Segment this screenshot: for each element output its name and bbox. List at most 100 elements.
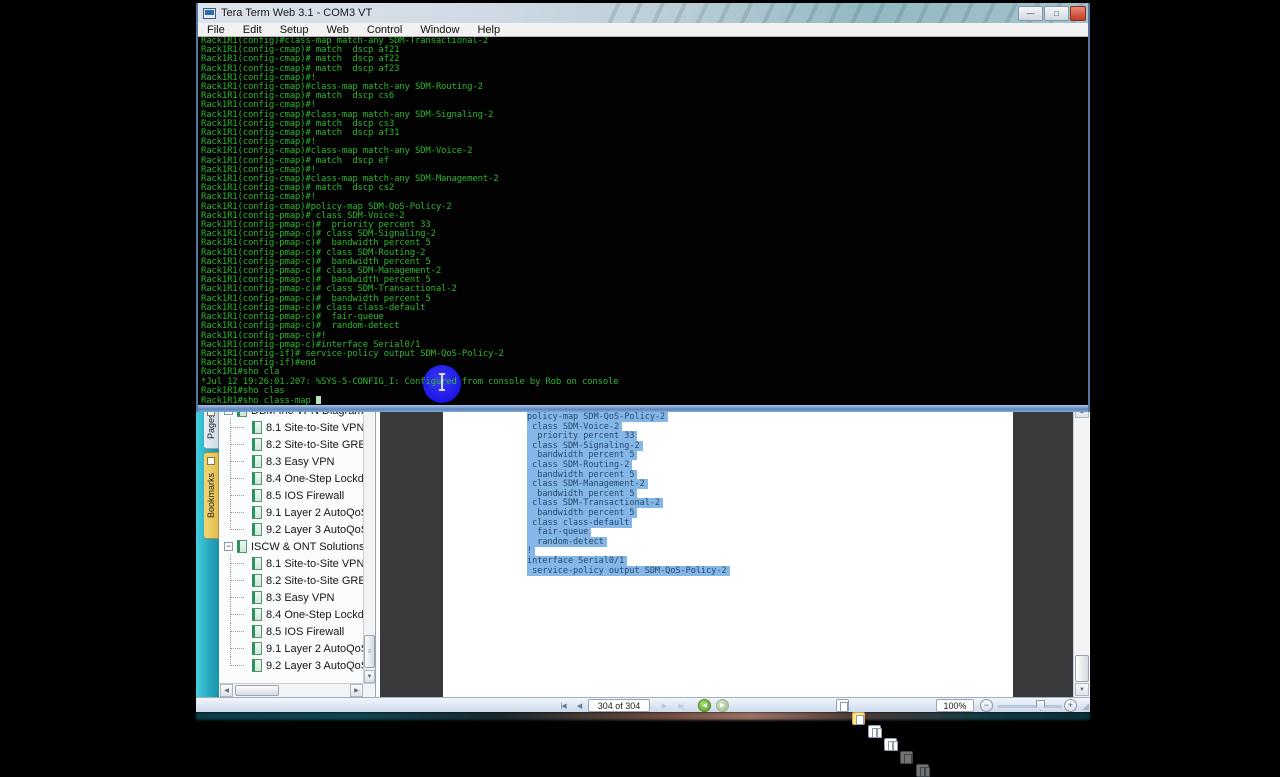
bookmark-item-label: 8.1 Site-to-Site VPN bbox=[266, 557, 363, 570]
tab-bookmarks[interactable]: Bookmarks bbox=[204, 452, 219, 539]
desktop-wallpaper-strip bbox=[196, 712, 1090, 720]
menu-help[interactable]: Help bbox=[468, 24, 509, 36]
scroll-left-button[interactable]: ◀ bbox=[220, 684, 233, 697]
last-page-icon: ▶| bbox=[678, 702, 684, 710]
bookmark-item[interactable]: 9.2 Layer 3 AutoQoS bbox=[219, 657, 363, 674]
full-screen-view-button[interactable] bbox=[900, 751, 913, 764]
scrollbar-thumb[interactable]: ≡ bbox=[364, 635, 375, 668]
two-up-view-button[interactable] bbox=[868, 725, 882, 738]
zoom-in-button[interactable]: + bbox=[1064, 699, 1077, 712]
scrollbar-thumb[interactable] bbox=[1075, 655, 1089, 682]
menu-setup[interactable]: Setup bbox=[271, 24, 318, 36]
bookmark-item[interactable]: 8.3 Easy VPN bbox=[219, 589, 363, 606]
window-resize-grip[interactable]: ◢ bbox=[1082, 701, 1089, 712]
page-number-field[interactable]: 304 of 304 bbox=[588, 699, 650, 712]
bookmark-item[interactable]: 8.4 One-Step Lockdown bbox=[219, 470, 363, 487]
bookmark-item[interactable]: 8.5 IOS Firewall bbox=[219, 623, 363, 640]
pdf-viewer-window: Pages Bookmarks −DBM Inc VPN Diagram8.1 … bbox=[196, 404, 1090, 777]
bookmark-item[interactable]: 9.1 Layer 2 AutoQoS bbox=[219, 504, 363, 521]
maximize-button[interactable]: □ bbox=[1044, 6, 1069, 21]
scroll-down-button[interactable]: ▼ bbox=[364, 670, 375, 683]
bookmark-item-label: 8.5 IOS Firewall bbox=[266, 625, 345, 638]
bookmarks-tree: −DBM Inc VPN Diagram8.1 Site-to-Site VPN… bbox=[219, 404, 363, 674]
bookmark-item-label: 8.1 Site-to-Site VPN bbox=[266, 421, 363, 434]
next-page-button[interactable]: ▶ bbox=[658, 699, 670, 712]
previous-page-button[interactable]: ◀ bbox=[573, 699, 585, 712]
bookmarks-panel: −DBM Inc VPN Diagram8.1 Site-to-Site VPN… bbox=[219, 404, 376, 697]
tab-pages-label: Pages bbox=[206, 413, 216, 440]
title-bar[interactable]: Tera Term Web 3.1 - COM3 VT bbox=[198, 3, 1088, 23]
collapse-minus-icon[interactable]: − bbox=[224, 542, 233, 551]
pdf-bottom-toolbar: |◀ ◀ 304 of 304 ▶ ▶| ◀ ▶ 100% − + ◢ bbox=[196, 697, 1090, 777]
minimize-button[interactable]: — bbox=[1018, 6, 1043, 21]
zoom-slider-track[interactable] bbox=[998, 705, 1062, 708]
bookmark-page-icon bbox=[252, 523, 262, 536]
terminal-output: Rack1R1(config)#class-map match-any SDM-… bbox=[201, 37, 619, 405]
bookmark-item-label: 8.3 Easy VPN bbox=[266, 455, 335, 468]
zoom-out-button[interactable]: − bbox=[980, 699, 993, 712]
bookmark-item-label: 8.2 Site-to-Site GRE over IPsec bbox=[266, 438, 363, 451]
bookmark-item[interactable]: 8.4 One-Step Lockdown bbox=[219, 606, 363, 623]
bookmark-page-icon bbox=[252, 608, 262, 621]
tera-term-window: Tera Term Web 3.1 - COM3 VT — □ File Edit… bbox=[196, 3, 1090, 412]
terminal-line: Rack1R1#sho clas bbox=[201, 385, 285, 396]
bookmark-item[interactable]: 8.5 IOS Firewall bbox=[219, 487, 363, 504]
single-page-view-button[interactable] bbox=[836, 699, 849, 712]
terminal-line: Rack1R1#sho class-map bbox=[201, 395, 618, 405]
bookmark-item-label: 8.2 Site-to-Site GRE over IPsec bbox=[266, 574, 363, 587]
page-vertical-scrollbar[interactable]: ▲ ▼ bbox=[1073, 404, 1089, 697]
bookmark-page-icon bbox=[252, 489, 262, 502]
bookmark-item[interactable]: 8.1 Site-to-Site VPN bbox=[219, 419, 363, 436]
bookmark-page-icon bbox=[252, 659, 262, 672]
previous-view-button[interactable]: ◀ bbox=[698, 699, 711, 712]
selected-config-line: service-policy output SDM-QoS-Policy-2 bbox=[527, 565, 730, 577]
menu-edit[interactable]: Edit bbox=[234, 24, 271, 36]
terminal-screen[interactable]: Rack1R1(config)#class-map match-any SDM-… bbox=[198, 37, 1088, 405]
bookmark-page-icon bbox=[252, 506, 262, 519]
scroll-right-button[interactable]: ▶ bbox=[350, 684, 363, 697]
bookmarks-vertical-scrollbar[interactable]: ≡ ▼ bbox=[363, 404, 375, 683]
menu-file[interactable]: File bbox=[198, 24, 234, 36]
window-title: Tera Term Web 3.1 - COM3 VT bbox=[221, 7, 373, 19]
two-up-continuous-view-button[interactable] bbox=[884, 738, 898, 751]
close-button[interactable] bbox=[1070, 6, 1086, 21]
bookmark-item[interactable]: 8.2 Site-to-Site GRE over IPsec bbox=[219, 436, 363, 453]
menu-bar: File Edit Setup Web Control Window Help bbox=[198, 23, 1088, 37]
bookmark-item-label: 9.1 Layer 2 AutoQoS bbox=[266, 506, 363, 519]
bookmark-item[interactable]: 9.2 Layer 3 AutoQoS bbox=[219, 521, 363, 538]
bookmark-group[interactable]: − ISCW & ONT Solutions bbox=[219, 538, 363, 555]
bookmarks-horizontal-scrollbar[interactable]: ◀ ▶ bbox=[219, 683, 375, 697]
bookmark-item-label: 8.4 One-Step Lockdown bbox=[266, 472, 363, 485]
first-page-button[interactable]: |◀ bbox=[556, 699, 570, 712]
bookmark-item[interactable]: 8.3 Easy VPN bbox=[219, 453, 363, 470]
bookmark-item-label: 8.4 One-Step Lockdown bbox=[266, 608, 363, 621]
selected-config-line: random-detect bbox=[527, 536, 730, 548]
bookmark-item[interactable]: 8.2 Site-to-Site GRE over IPsec bbox=[219, 572, 363, 589]
bookmark-page-icon bbox=[252, 421, 262, 434]
text-ibeam-cursor bbox=[437, 373, 447, 391]
bookmark-page-icon bbox=[252, 455, 262, 468]
bookmark-item-label: 9.1 Layer 2 AutoQoS bbox=[266, 642, 363, 655]
menu-web[interactable]: Web bbox=[317, 24, 357, 36]
bookmarks-tab-icon bbox=[207, 457, 215, 465]
continuous-view-button[interactable] bbox=[852, 712, 865, 725]
pdf-page[interactable]: policy-map SDM-QoS-Policy-2 class SDM-Vo… bbox=[443, 404, 1013, 697]
bookmark-item[interactable]: 8.1 Site-to-Site VPN bbox=[219, 555, 363, 572]
bookmark-group-label: ISCW & ONT Solutions bbox=[251, 540, 363, 553]
last-page-button[interactable]: ▶| bbox=[674, 699, 688, 712]
pdf-page-area[interactable]: policy-map SDM-QoS-Policy-2 class SDM-Vo… bbox=[380, 404, 1073, 697]
zoom-level-field[interactable]: 100% bbox=[936, 699, 974, 712]
bookmark-item[interactable]: 9.1 Layer 2 AutoQoS bbox=[219, 640, 363, 657]
next-view-button[interactable]: ▶ bbox=[716, 699, 729, 712]
terminal-block-cursor bbox=[315, 395, 321, 404]
scroll-down-button[interactable]: ▼ bbox=[1075, 683, 1089, 696]
bookmark-page-icon bbox=[252, 625, 262, 638]
reading-mode-view-button[interactable] bbox=[916, 764, 930, 777]
next-page-icon: ▶ bbox=[661, 702, 667, 710]
scrollbar-thumb[interactable] bbox=[235, 685, 279, 696]
menu-window[interactable]: Window bbox=[411, 24, 468, 36]
bookmark-item-label: 8.5 IOS Firewall bbox=[266, 489, 345, 502]
menu-control[interactable]: Control bbox=[358, 24, 411, 36]
zoom-slider-thumb[interactable] bbox=[1036, 700, 1045, 711]
selected-text-block[interactable]: policy-map SDM-QoS-Policy-2 class SDM-Vo… bbox=[527, 412, 730, 577]
